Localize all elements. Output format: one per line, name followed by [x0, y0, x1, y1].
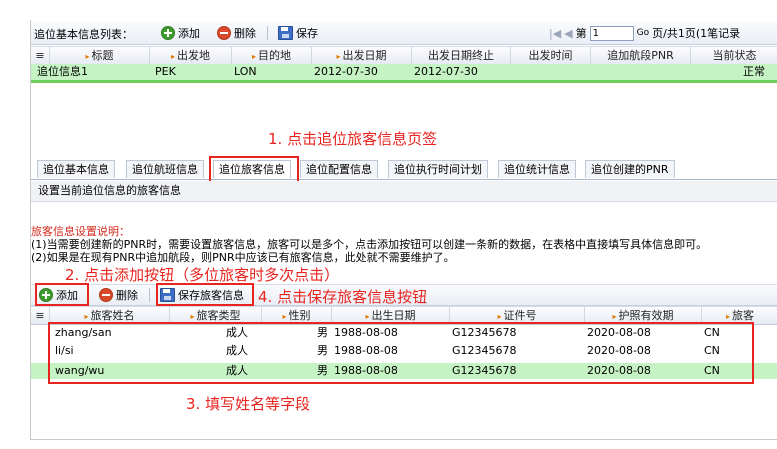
column-header[interactable]: ▸ 出发地 — [150, 47, 232, 64]
save-button-label: 保存 — [296, 27, 318, 40]
column-header[interactable]: 出发时间 — [511, 47, 591, 64]
top-toolbar: 追位基本信息列表： 添加 删除 保存 |◀ ◀ 第 Go 页/共1页(1笔记录 — [31, 22, 777, 45]
prev-page-icon[interactable]: ◀ — [564, 27, 572, 40]
highlight-add-box — [35, 283, 89, 306]
app-frame: 追位基本信息列表： 添加 删除 保存 |◀ ◀ 第 Go 页/共1页(1笔记录 … — [30, 20, 777, 440]
page-number-input[interactable] — [589, 25, 634, 41]
page-summary: 页/共1页(1笔记录 — [652, 27, 741, 40]
notes-line-2: (2)如果是在现有PNR中追加航段，则PNR中应该已有旅客信息，此处就不需要维护… — [31, 251, 455, 264]
column-header[interactable]: ▸ 出发日期 — [312, 47, 412, 64]
delete-icon — [217, 26, 231, 40]
annotation-step-1: 1. 点击追位旅客信息页签 — [268, 130, 438, 148]
cell-status: 正常 — [743, 65, 765, 78]
column-header[interactable]: ▸ 目的地 — [232, 47, 312, 64]
add-button[interactable]: 添加 — [161, 25, 200, 41]
tab-basic-info[interactable]: 追位基本信息 — [37, 160, 115, 178]
highlight-rows-box — [48, 322, 754, 384]
notes-line-1: (1)当需要创建新的PNR时，需要设置旅客信息，旅客可以是多个，点击添加按钮可以… — [31, 238, 708, 251]
row-menu-icon[interactable]: ≡ — [31, 47, 50, 64]
cell-destination: LON — [234, 65, 257, 78]
first-page-icon[interactable]: |◀ — [549, 27, 561, 40]
page-prefix: 第 — [575, 27, 587, 40]
tab-statistics[interactable]: 追位统计信息 — [498, 160, 576, 178]
list-title: 追位基本信息列表： — [34, 28, 133, 41]
go-button[interactable]: Go — [637, 28, 649, 38]
annotation-step-4: 4. 点击保存旅客信息按钮 — [258, 288, 428, 306]
tab-schedule[interactable]: 追位执行时间计划 — [388, 160, 488, 178]
save-button[interactable]: 保存 — [278, 25, 318, 41]
annotation-step-3: 3. 填写姓名等字段 — [186, 395, 311, 413]
column-header[interactable]: 追加航段PNR — [591, 47, 691, 64]
delete-button-label: 删除 — [234, 27, 256, 40]
tab-created-pnr[interactable]: 追位创建的PNR — [585, 160, 675, 178]
cell-depart-date: 2012-07-30 — [314, 65, 378, 78]
delete-passenger-button[interactable]: 删除 — [99, 287, 138, 303]
toolbar-divider — [267, 26, 268, 40]
column-header[interactable]: 出发日期终止 — [412, 47, 511, 64]
cell-title: 追位信息1 — [37, 65, 88, 78]
delete-button[interactable]: 删除 — [217, 25, 256, 41]
save-icon — [278, 26, 293, 40]
add-icon — [161, 26, 175, 40]
tab-config-info[interactable]: 追位配置信息 — [300, 160, 378, 178]
tab-strip: 追位基本信息 追位航班信息 追位旅客信息 追位配置信息 追位执行时间计划 追位统… — [31, 157, 777, 180]
highlight-save-box — [156, 283, 254, 306]
tab-flight-info[interactable]: 追位航班信息 — [126, 160, 204, 178]
cell-depart-date-end: 2012-07-30 — [414, 65, 478, 78]
delete-passenger-label: 删除 — [116, 289, 138, 302]
delete-icon — [99, 288, 113, 302]
annotation-step-2: 2. 点击添加按钮（多位旅客时多次点击） — [65, 266, 340, 284]
notes-heading: 旅客信息设置说明： — [31, 225, 130, 238]
column-header[interactable]: 当前状态 — [691, 47, 777, 64]
cell-origin: PEK — [155, 65, 176, 78]
section-header: 设置当前追位信息的旅客信息 — [31, 181, 777, 202]
add-button-label: 添加 — [178, 27, 200, 40]
pager: |◀ ◀ 第 Go 页/共1页(1笔记录 — [549, 25, 740, 41]
top-grid-header: ≡ ▸ 标题 ▸ 出发地 ▸ 目的地 ▸ 出发日期 出发日期终止 出发时间 追加航段PN… — [31, 46, 777, 65]
section-title: 设置当前追位信息的旅客信息 — [38, 184, 181, 197]
column-header[interactable]: ▸ 标题 — [50, 47, 150, 64]
table-row[interactable]: 追位信息1 PEK LON 2012-07-30 2012-07-30 正常 — [31, 64, 777, 83]
toolbar-divider — [149, 288, 150, 302]
highlight-tab-box — [209, 156, 299, 184]
